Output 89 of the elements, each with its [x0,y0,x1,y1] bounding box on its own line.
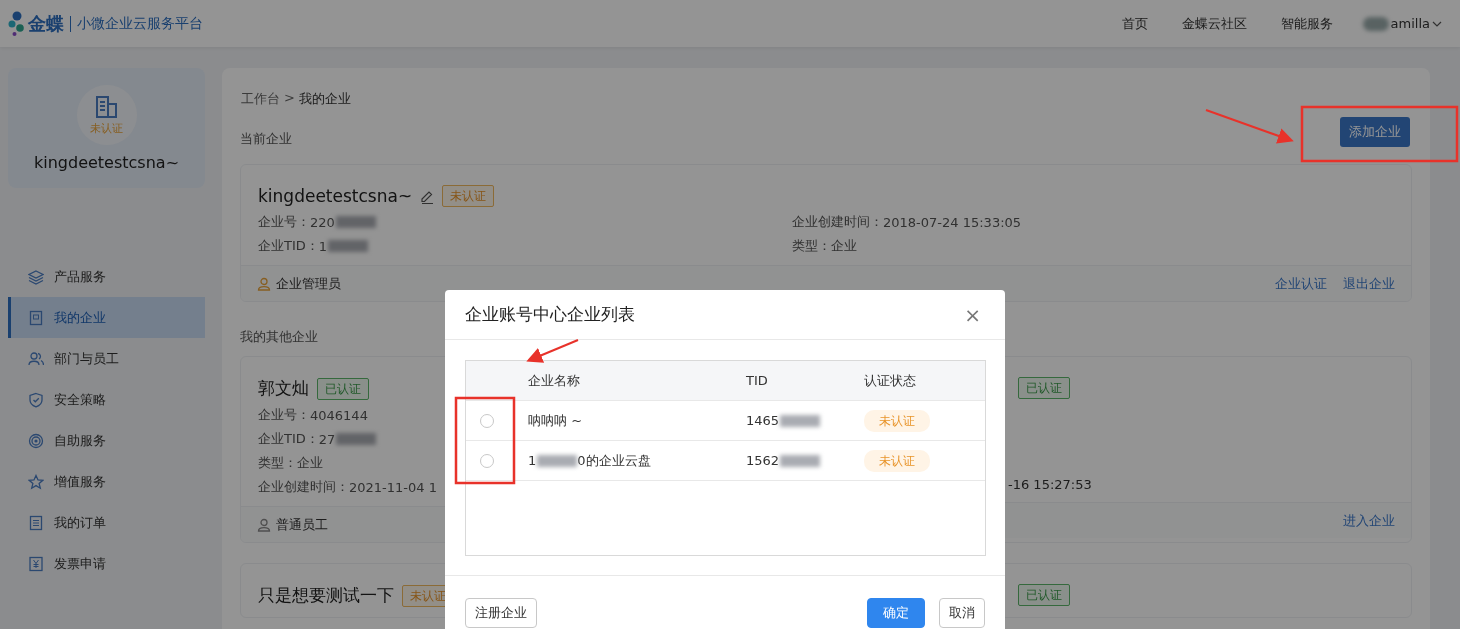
column-header: 企业名称 [528,371,581,390]
nav-link[interactable]: 金蝶云社区 [1181,14,1247,33]
status-text: 未认证 [90,120,123,136]
field-value: 1 [528,453,537,468]
redacted-text [780,414,821,427]
nav-link[interactable]: 首页 [1121,14,1148,33]
star-icon [28,473,44,490]
nav-link[interactable]: 智能服务 [1280,14,1333,33]
status-tag: 已认证 [1018,377,1070,399]
user-name[interactable]: amilla [1390,16,1430,31]
list-icon [28,514,44,531]
breadcrumb-link[interactable]: 工作台 [241,90,280,108]
status-tag: 未认证 [864,409,930,432]
caret-icon [1432,20,1442,27]
field-value: 企业 [831,237,857,255]
field-value: 1465 [746,413,780,428]
redacted-text [328,240,369,252]
redacted-text [335,216,376,228]
status-tag: 已认证 [317,377,369,400]
building-icon [95,94,118,119]
radio-button[interactable] [480,413,494,428]
field-value: 企业 [297,454,323,472]
sidebar-item[interactable]: 我的企业 [8,297,205,338]
column-header: 认证状态 [864,371,917,390]
section-title: 我的其他企业 [240,328,318,346]
field-label: 企业TID： [258,237,319,255]
role-label: 普通员工 [276,515,328,534]
section-title: 当前企业 [240,130,292,148]
breadcrumb-current: 我的企业 [298,90,351,108]
field-value: 0的企业云盘 [577,451,651,470]
company-name: 只是想要测试一下 [258,584,394,607]
field-label: 企业号： [258,406,310,424]
redacted-text [537,454,578,467]
field-label: 企业创建时间： [258,478,349,496]
sidebar-item[interactable]: 自助服务 [8,420,205,461]
action-link[interactable]: 进入企业 [1343,511,1395,530]
annotation-arrow [526,339,579,363]
role-label: 企业管理员 [276,274,341,293]
company-name: 郭文灿 [258,377,309,400]
people-icon [28,350,44,367]
field-label: 企业TID： [258,430,319,448]
action-link[interactable]: 企业认证 [1275,274,1327,293]
redacted-text [336,433,377,445]
document-icon [28,309,44,326]
sidebar-item[interactable]: 发票申请 [8,543,205,584]
field-value: 1562 [746,453,780,468]
dialog-title: 企业账号中心企业列表 [465,303,635,326]
shield-icon [28,391,44,408]
sidebar-item[interactable]: 增值服务 [8,461,205,502]
close-button[interactable]: × [960,302,985,327]
sidebar-item[interactable]: 安全策略 [8,379,205,420]
product-name: 小微企业云服务平台 [77,14,203,33]
field-value: 呐呐呐 ~ [528,411,583,430]
breadcrumb-separator: > [284,90,295,107]
add-company-button[interactable]: 添加企业 [1340,117,1410,147]
sidebar-item[interactable]: 部门与员工 [8,338,205,379]
cancel-button[interactable]: 取消 [939,597,985,628]
field-label: 类型： [258,454,297,472]
person-icon [257,517,271,532]
field-value: 2021-11-04 1 [349,479,437,495]
layers-icon [28,268,44,285]
status-tag: 未认证 [864,449,930,472]
invoice-icon [28,555,44,572]
redacted-text [780,454,821,467]
avatar-icon [1362,16,1389,31]
target-icon [28,432,44,449]
field-label: 类型： [792,237,831,255]
status-tag: 已认证 [1018,584,1070,606]
confirm-button[interactable]: 确定 [867,597,925,628]
field-value: 4046144 [310,407,368,423]
field-value: 1 [318,238,328,254]
field-value: -16 15:27:53 [1008,477,1092,492]
register-button[interactable]: 注册企业 [465,597,537,628]
person-icon [257,276,271,291]
company-name: kingdeetestcsna~ [33,153,180,172]
status-tag: 未认证 [442,185,495,207]
company-name: kingdeetestcsna~ [258,186,413,206]
logo-icon [8,10,26,37]
field-value: 2018-07-24 15:33:05 [883,214,1022,230]
field-label: 企业创建时间： [792,213,883,231]
field-value: 220 [310,214,335,230]
column-header: TID [746,373,769,388]
radio-button[interactable] [480,453,494,468]
brand-name: 金蝶 [28,11,64,36]
field-value: 27 [318,431,336,447]
action-link[interactable]: 退出企业 [1343,274,1395,293]
field-label: 企业号： [258,213,310,231]
sidebar-item[interactable]: 我的订单 [8,502,205,543]
sidebar-item[interactable]: 产品服务 [8,256,205,297]
